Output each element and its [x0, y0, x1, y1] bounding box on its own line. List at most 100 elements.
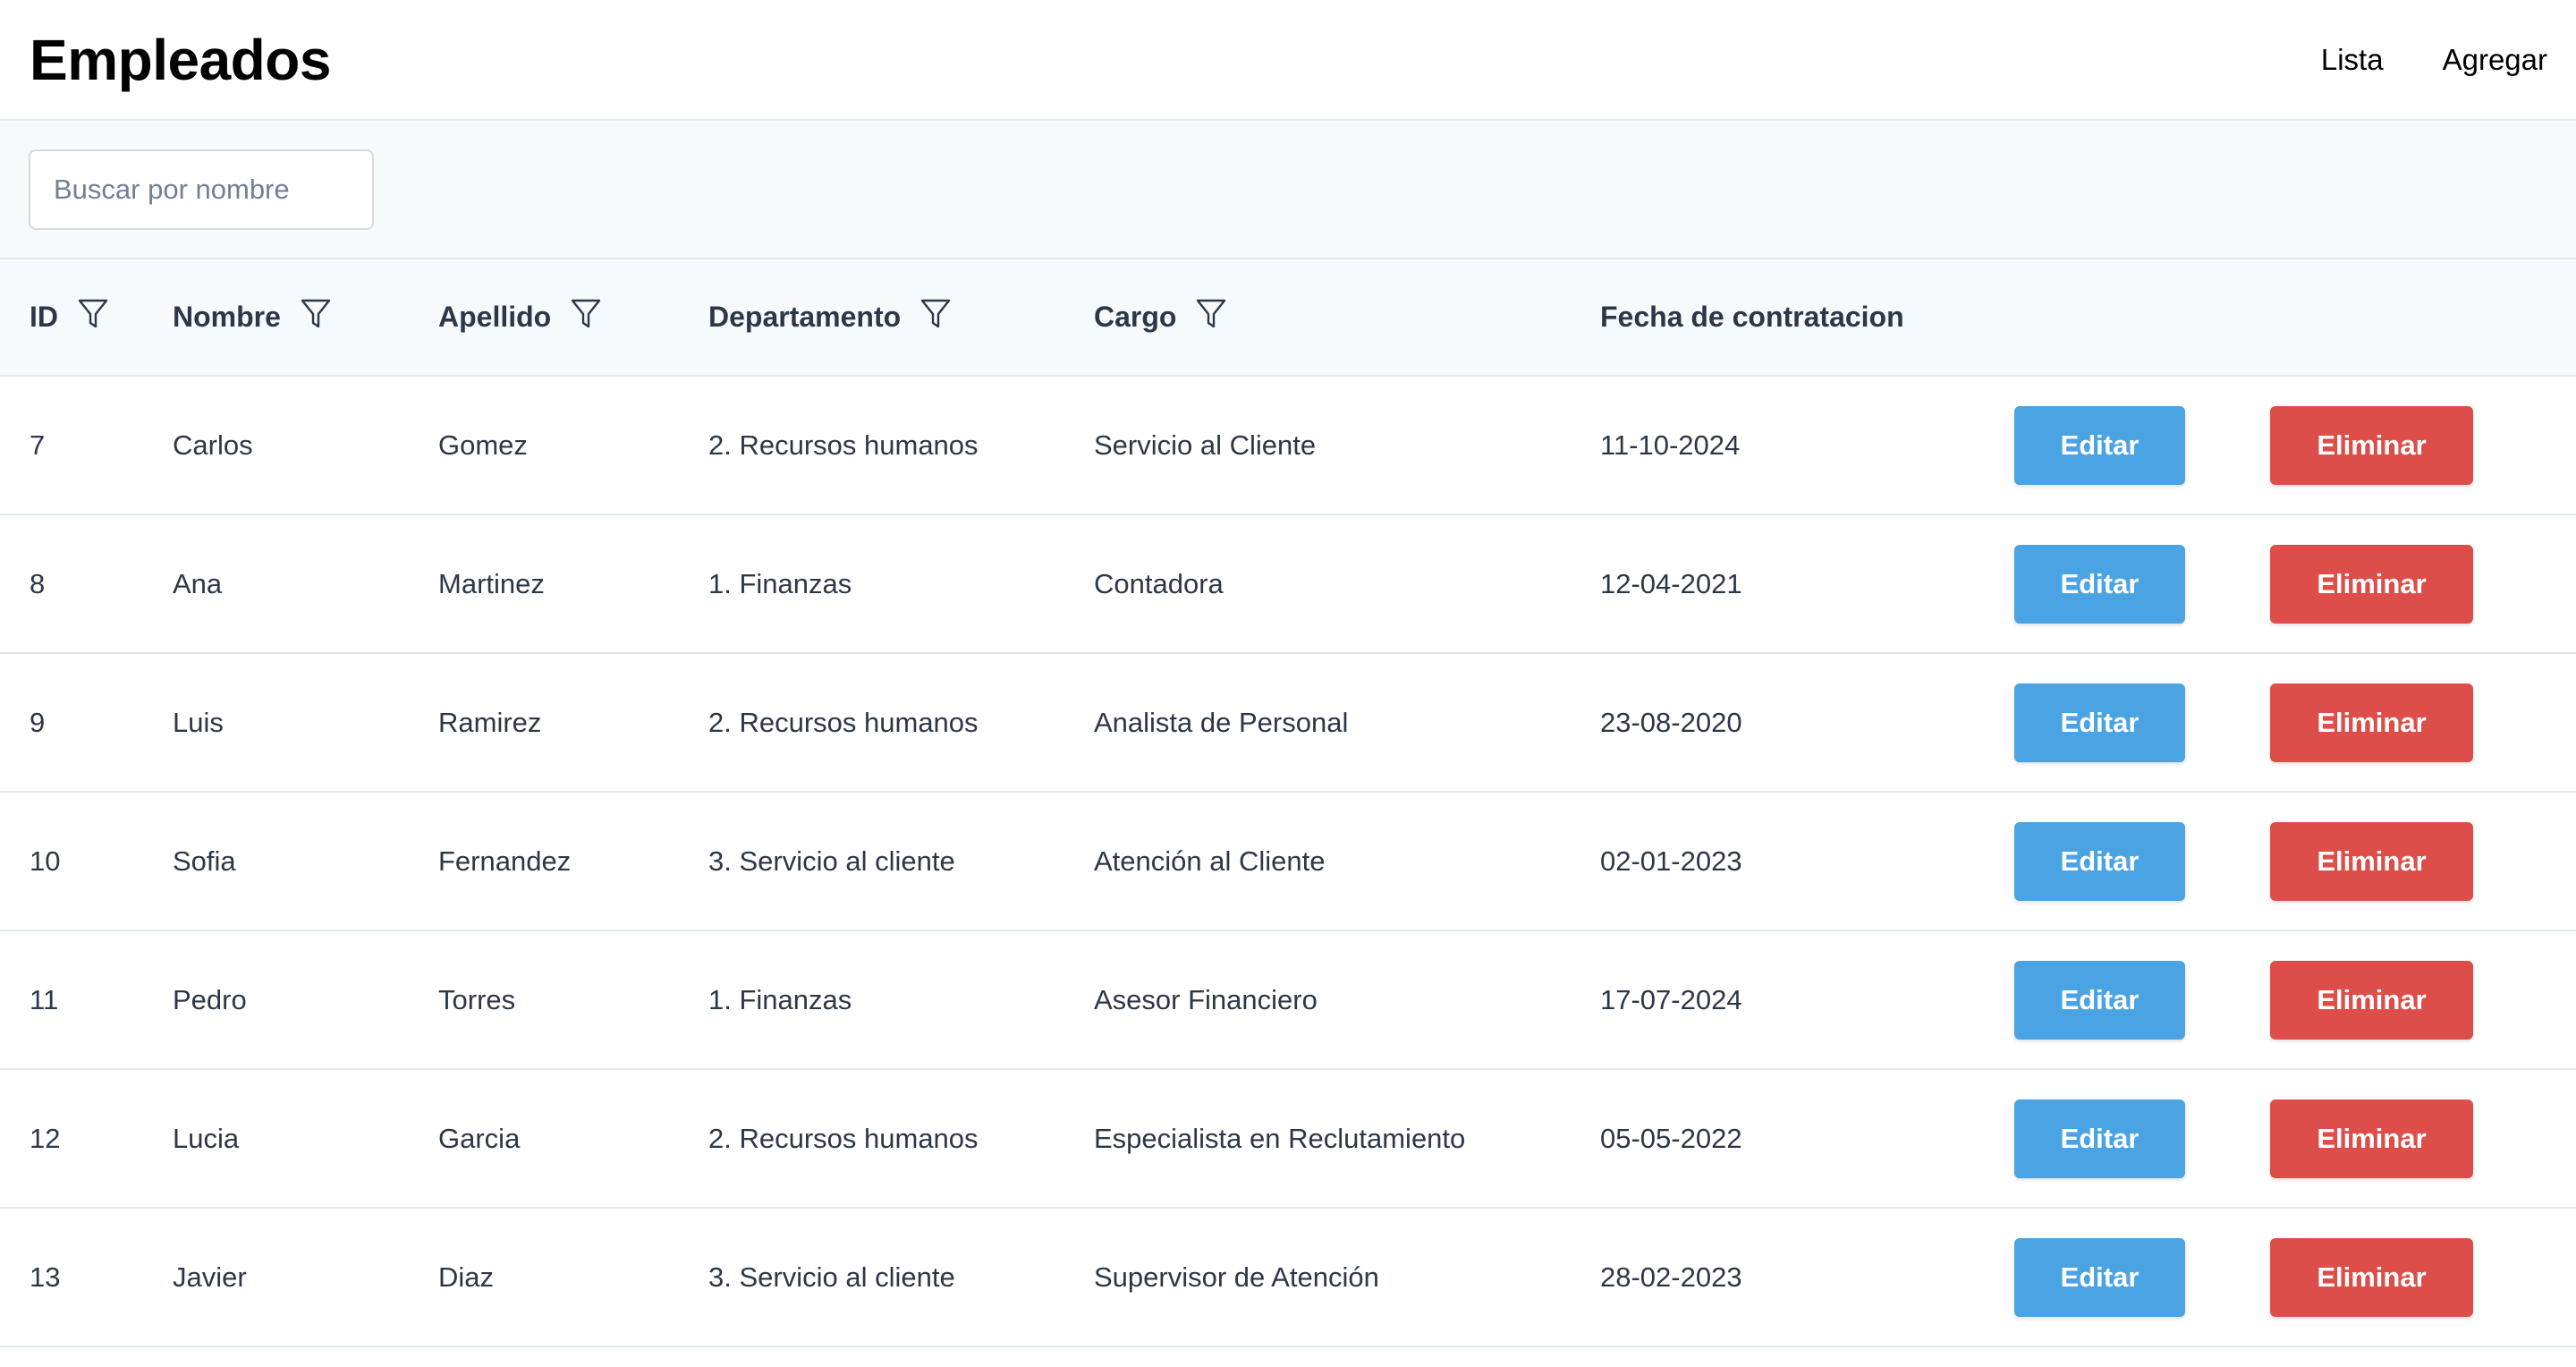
delete-button[interactable]: Eliminar — [2270, 683, 2473, 762]
edit-button[interactable]: Editar — [2014, 821, 2185, 901]
cell-cargo: Servicio al Cliente — [1094, 429, 1317, 461]
edit-button[interactable]: Editar — [2014, 405, 2185, 485]
table-row: 11 Pedro Torres 1. Finanzas Asesor Financier… — [0, 930, 2576, 1069]
filter-icon[interactable] — [78, 298, 108, 330]
cell-id: 10 — [30, 845, 61, 877]
table-header-row: ID Nombre Apellido Departamento Cargo Fecha d… — [0, 259, 2576, 376]
cell-edit-action: Editar — [2014, 792, 2270, 930]
filter-icon[interactable] — [920, 298, 951, 330]
column-header-label: Apellido — [438, 301, 552, 333]
delete-button[interactable]: Eliminar — [2270, 544, 2473, 624]
column-header-inner: Apellido — [438, 298, 601, 334]
table-row: 12 Lucia Garcia 2. Recursos humanos Especial… — [0, 1069, 2576, 1208]
cell-apellido: Gomez — [438, 429, 528, 461]
column-header-label: Fecha de contratacion — [1600, 301, 1904, 333]
cell-edit-action: Editar — [2014, 930, 2270, 1069]
table-row: 13 Javier Diaz 3. Servicio al cliente Superv… — [0, 1208, 2576, 1346]
delete-button[interactable]: Eliminar — [2270, 1099, 2473, 1178]
cell-edit-action: Editar — [2014, 514, 2270, 653]
cell-nombre: Pedro — [173, 983, 247, 1015]
filter-icon[interactable] — [571, 298, 601, 330]
cell-cargo: Contadora — [1094, 567, 1224, 599]
cell-fecha: 12-04-2021 — [1600, 567, 1742, 599]
cell-departamento: 2. Recursos humanos — [708, 1122, 979, 1154]
nav-link-lista[interactable]: Lista — [2321, 43, 2384, 77]
cell-id: 13 — [30, 1261, 61, 1293]
cell-id: 9 — [30, 706, 46, 738]
cell-delete-action: Eliminar — [2270, 1069, 2576, 1208]
column-header-edit-action — [2014, 259, 2270, 376]
column-header-label: Nombre — [173, 301, 281, 333]
cell-apellido: Garcia — [438, 1122, 521, 1154]
column-header-id: ID — [0, 259, 173, 376]
cell-id: 12 — [30, 1122, 61, 1154]
cell-nombre: Sofia — [173, 845, 236, 877]
cell-departamento: 2. Recursos humanos — [708, 706, 979, 738]
edit-button[interactable]: Editar — [2014, 960, 2185, 1040]
cell-delete-action: Eliminar — [2270, 930, 2576, 1069]
cell-edit-action: Editar — [2014, 1069, 2270, 1208]
cell-id: 7 — [30, 429, 46, 461]
page-title: Empleados — [30, 27, 331, 92]
cell-nombre: Lucia — [173, 1122, 240, 1154]
cell-apellido: Martinez — [438, 567, 545, 599]
column-header-inner: Fecha de contratacion — [1600, 301, 1904, 334]
edit-button[interactable]: Editar — [2014, 1099, 2185, 1178]
delete-button[interactable]: Eliminar — [2270, 1237, 2473, 1317]
app-header: Empleados Lista Agregar — [0, 0, 2576, 121]
cell-edit-action: Editar — [2014, 653, 2270, 792]
cell-departamento: 1. Finanzas — [708, 983, 852, 1015]
cell-fecha: 05-05-2022 — [1600, 1122, 1742, 1154]
cell-delete-action: Eliminar — [2270, 653, 2576, 792]
cell-fecha: 28-02-2023 — [1600, 1261, 1742, 1293]
cell-edit-action: Editar — [2014, 376, 2270, 514]
delete-button[interactable]: Eliminar — [2270, 960, 2473, 1040]
cell-fecha: 23-08-2020 — [1600, 706, 1742, 738]
column-header-inner: Nombre — [173, 298, 331, 334]
nav-link-agregar[interactable]: Agregar — [2443, 43, 2547, 77]
cell-apellido: Diaz — [438, 1261, 495, 1293]
cell-nombre: Luis — [173, 706, 224, 738]
column-header-inner: Departamento — [708, 298, 951, 334]
cell-cargo: Analista de Personal — [1094, 706, 1349, 738]
table-row: 7 Carlos Gomez 2. Recursos humanos Servicio … — [0, 376, 2576, 514]
search-toolbar — [0, 121, 2576, 259]
column-header-cargo: Cargo — [1094, 259, 1600, 376]
column-header-nombre: Nombre — [173, 259, 438, 376]
column-header-fecha: Fecha de contratacion — [1600, 259, 2014, 376]
column-header-departamento: Departamento — [708, 259, 1094, 376]
cell-fecha: 17-07-2024 — [1600, 983, 1742, 1015]
delete-button[interactable]: Eliminar — [2270, 405, 2473, 485]
cell-nombre: Ana — [173, 567, 223, 599]
cell-delete-action: Eliminar — [2270, 514, 2576, 653]
edit-button[interactable]: Editar — [2014, 683, 2185, 762]
employees-table: ID Nombre Apellido Departamento Cargo Fecha d… — [0, 259, 2576, 1347]
column-header-label: Cargo — [1094, 301, 1177, 333]
cell-id: 11 — [30, 983, 59, 1015]
cell-id: 8 — [30, 567, 46, 599]
table-row: 8 Ana Martinez 1. Finanzas Contadora 12-04-20… — [0, 514, 2576, 653]
cell-cargo: Asesor Financiero — [1094, 983, 1318, 1015]
table-body: 7 Carlos Gomez 2. Recursos humanos Servicio … — [0, 376, 2576, 1346]
app: Empleados Lista Agregar ID Nombre Apellido… — [0, 0, 2576, 1367]
cell-fecha: 11-10-2024 — [1600, 429, 1741, 461]
column-header-apellido: Apellido — [438, 259, 708, 376]
search-input[interactable] — [29, 149, 374, 230]
table-row: 10 Sofia Fernandez 3. Servicio al cliente At… — [0, 792, 2576, 930]
cell-cargo: Supervisor de Atención — [1094, 1261, 1379, 1293]
cell-cargo: Especialista en Reclutamiento — [1094, 1122, 1466, 1154]
cell-nombre: Javier — [173, 1261, 247, 1293]
filter-icon[interactable] — [1196, 298, 1226, 330]
cell-departamento: 1. Finanzas — [708, 567, 852, 599]
cell-delete-action: Eliminar — [2270, 792, 2576, 930]
delete-button[interactable]: Eliminar — [2270, 821, 2473, 901]
cell-apellido: Ramirez — [438, 706, 542, 738]
cell-departamento: 3. Servicio al cliente — [708, 1261, 955, 1293]
cell-delete-action: Eliminar — [2270, 376, 2576, 514]
cell-apellido: Fernandez — [438, 845, 572, 877]
edit-button[interactable]: Editar — [2014, 1237, 2185, 1317]
column-header-inner: ID — [30, 298, 108, 334]
cell-edit-action: Editar — [2014, 1208, 2270, 1346]
filter-icon[interactable] — [301, 298, 331, 330]
edit-button[interactable]: Editar — [2014, 544, 2185, 624]
